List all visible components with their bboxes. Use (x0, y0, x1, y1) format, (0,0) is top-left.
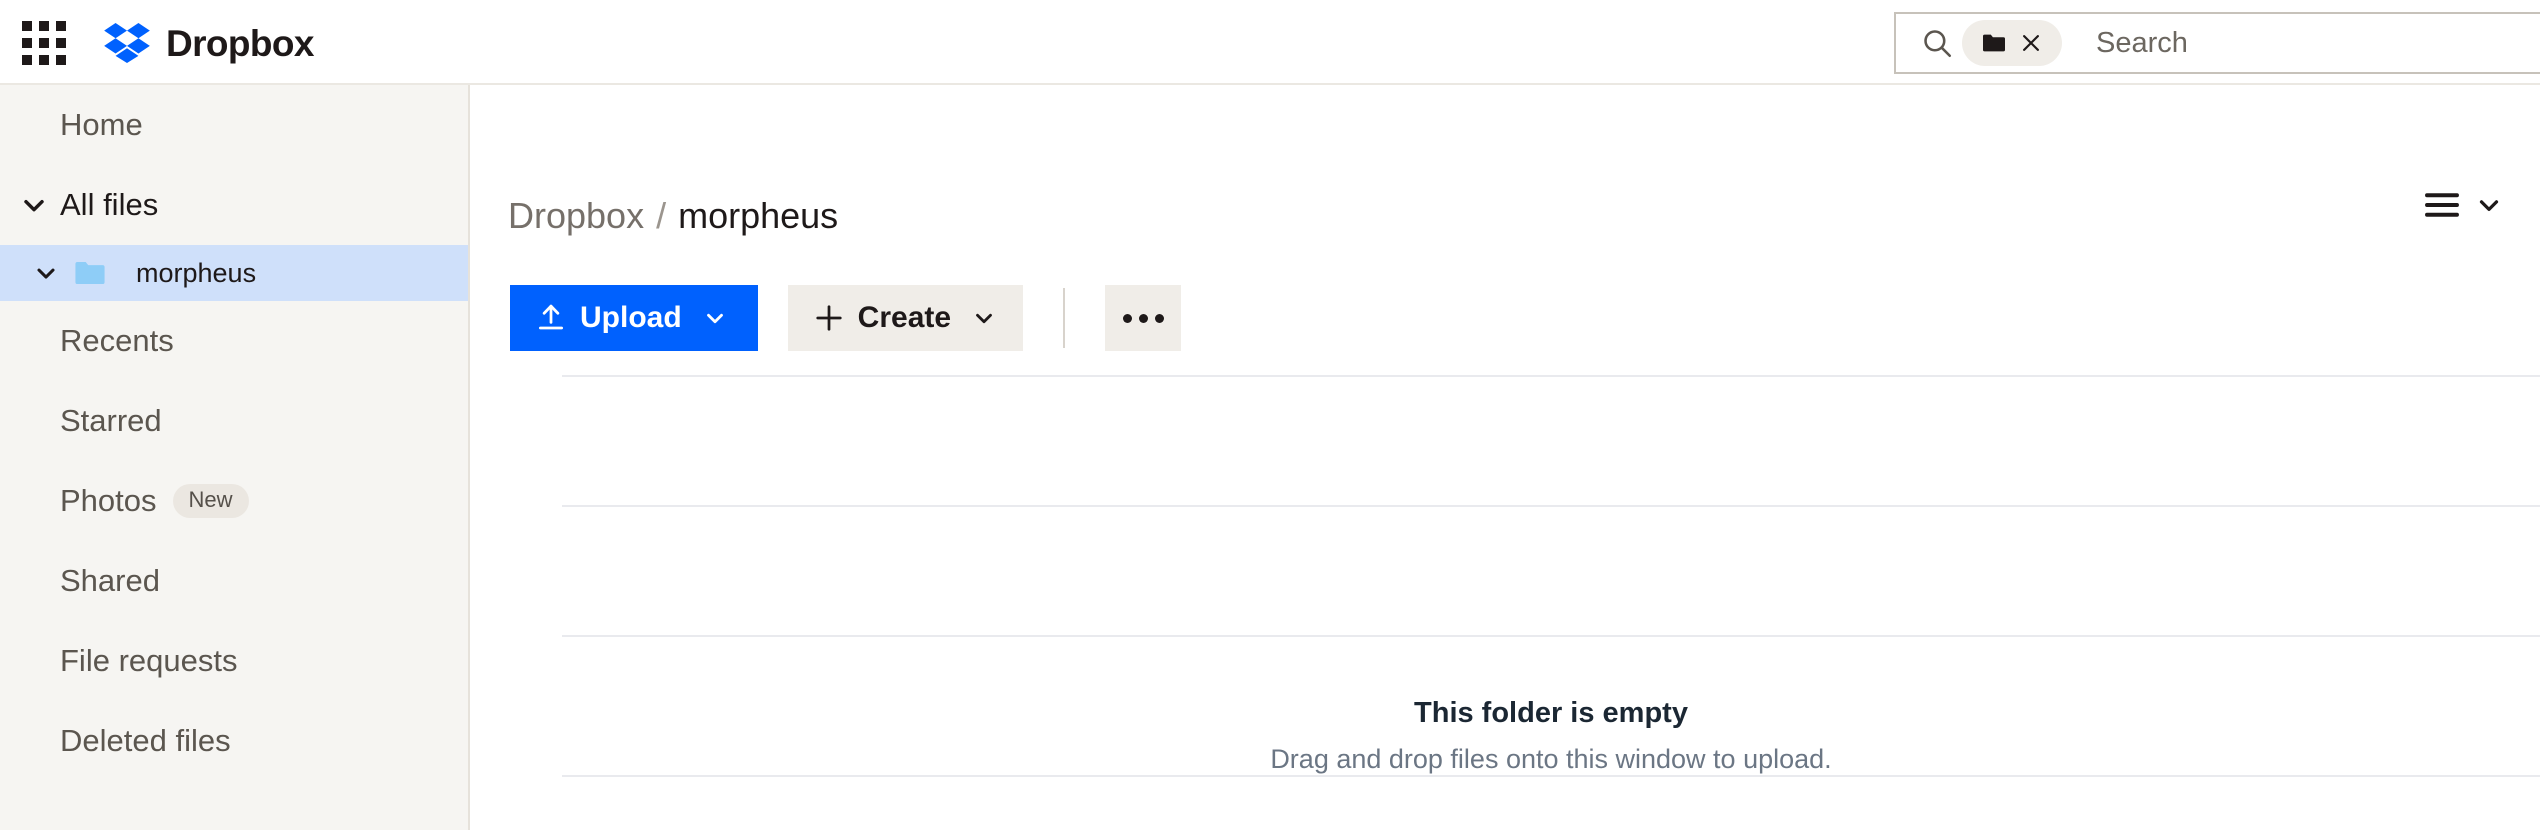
more-actions-button[interactable] (1105, 285, 1181, 351)
chevron-down-icon[interactable] (18, 189, 50, 221)
app-launcher-button[interactable] (16, 16, 72, 70)
app-grid-dot (22, 21, 32, 31)
sidebar-item-label: Shared (60, 563, 160, 599)
close-icon[interactable] (2020, 32, 2042, 54)
view-options-button[interactable] (2424, 190, 2504, 220)
sidebar-item-shared[interactable]: Shared (0, 541, 468, 621)
sidebar-nav: Home All files morpheus Recents Starred … (0, 85, 470, 830)
file-row-divider (562, 375, 2540, 377)
sidebar-item-starred[interactable]: Starred (0, 381, 468, 461)
create-button-label: Create (858, 301, 951, 335)
app-grid-dot (22, 38, 32, 48)
dropbox-logo-icon (104, 23, 150, 63)
create-button[interactable]: Create (788, 285, 1023, 351)
main-content: Dropbox / morpheus Upload (472, 85, 2540, 830)
sidebar-item-all-files[interactable]: All files (0, 165, 468, 245)
sidebar-item-label: Home (60, 107, 143, 143)
ellipsis-icon (1123, 314, 1132, 323)
chevron-down-icon (702, 305, 728, 331)
plus-icon (814, 303, 844, 333)
chevron-down-icon (2474, 190, 2504, 220)
file-row-divider (562, 635, 2540, 637)
chevron-down-icon[interactable] (32, 259, 60, 287)
search-filter-chip-folder[interactable] (1962, 20, 2062, 66)
sidebar-item-label: Starred (60, 403, 162, 439)
sidebar-item-label: morpheus (136, 258, 256, 289)
folder-icon (74, 260, 106, 286)
ellipsis-icon (1155, 314, 1164, 323)
empty-folder-state: This folder is empty Drag and drop files… (562, 697, 2540, 775)
breadcrumb-separator: / (656, 195, 666, 237)
sidebar-item-morpheus[interactable]: morpheus (0, 245, 468, 301)
sidebar-item-home[interactable]: Home (0, 85, 468, 165)
empty-state-subtitle: Drag and drop files onto this window to … (562, 744, 2540, 775)
upload-icon (536, 303, 566, 333)
breadcrumb-root[interactable]: Dropbox (508, 195, 644, 237)
search-icon (1920, 26, 1954, 60)
chevron-down-icon (971, 305, 997, 331)
file-row-divider (562, 775, 2540, 777)
list-view-icon (2424, 190, 2460, 220)
sidebar-item-label: File requests (60, 643, 237, 679)
action-toolbar: Upload Create (510, 285, 1181, 351)
upload-button-label: Upload (580, 301, 682, 335)
app-grid-icon (22, 21, 66, 65)
sidebar-item-recents[interactable]: Recents (0, 301, 468, 381)
app-grid-dot (39, 55, 49, 65)
sidebar-item-photos[interactable]: Photos New (0, 461, 468, 541)
sidebar-item-file-requests[interactable]: File requests (0, 621, 468, 701)
app-grid-dot (39, 21, 49, 31)
dropbox-home-link[interactable]: Dropbox (104, 14, 314, 72)
sidebar-item-label: All files (60, 187, 158, 223)
sidebar-item-deleted-files[interactable]: Deleted files (0, 701, 468, 781)
sidebar-item-label: Deleted files (60, 723, 231, 759)
toolbar-divider (1063, 288, 1065, 348)
ellipsis-icon (1139, 314, 1148, 323)
sidebar-item-label: Recents (60, 323, 174, 359)
search-bar[interactable]: Search (1894, 12, 2540, 74)
status-badge-new: New (173, 484, 249, 518)
breadcrumb: Dropbox / morpheus (508, 195, 838, 237)
app-grid-dot (39, 38, 49, 48)
app-grid-dot (22, 55, 32, 65)
app-grid-dot (56, 38, 66, 48)
search-input[interactable]: Search (2096, 27, 2188, 60)
folder-icon (1982, 33, 2006, 53)
top-header-bar: Dropbox Search (0, 0, 2540, 85)
dropbox-app-window: Dropbox Search Home (0, 0, 2540, 830)
empty-state-title: This folder is empty (562, 697, 2540, 730)
app-grid-dot (56, 55, 66, 65)
page-title: morpheus (678, 195, 838, 237)
file-row-divider (562, 505, 2540, 507)
brand-wordmark: Dropbox (166, 25, 314, 62)
upload-button[interactable]: Upload (510, 285, 758, 351)
app-grid-dot (56, 21, 66, 31)
sidebar-item-label: Photos (60, 483, 157, 519)
